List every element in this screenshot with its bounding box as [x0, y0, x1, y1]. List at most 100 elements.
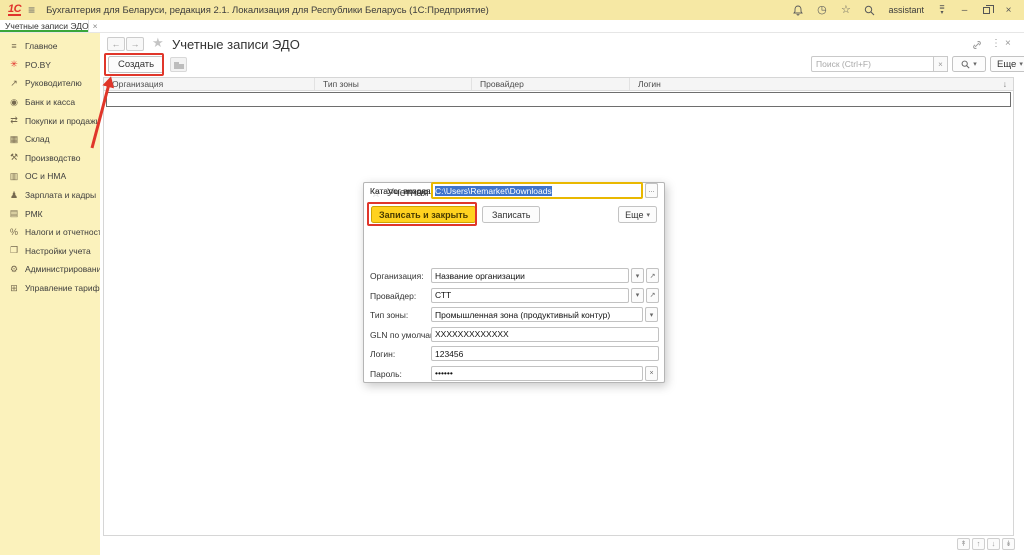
- field-label: Тип зоны:: [370, 310, 408, 320]
- clear-icon[interactable]: ×: [645, 366, 658, 381]
- sidebar-label: Склад: [25, 134, 50, 144]
- sidebar-label: Зарплата и кадры: [25, 190, 96, 200]
- organization-input[interactable]: [431, 268, 629, 283]
- sidebar-item-proizvodstvo[interactable]: ⚒Производство: [0, 149, 100, 168]
- chevron-down-icon: ▾: [973, 60, 977, 68]
- column-header-organizaciya[interactable]: Организация: [104, 78, 314, 90]
- sidebar-item-upravlenie-tarifom[interactable]: ⊞Управление тарифом: [0, 279, 100, 298]
- close-form-icon[interactable]: ×: [1005, 39, 1011, 49]
- sidebar-label: PO.BY: [25, 60, 51, 70]
- field-row-katalog-vkhodyashchikh: Каталог входящих: C:\Users\Remarket\Down…: [364, 183, 664, 200]
- tab-close-icon[interactable]: ×: [93, 21, 98, 31]
- search-input[interactable]: [811, 56, 934, 72]
- incoming-folder-input[interactable]: C:\Users\Remarket\Downloads: [431, 182, 643, 199]
- provider-input[interactable]: [431, 288, 629, 303]
- dialog-more-button[interactable]: Еще ▾: [618, 206, 657, 223]
- create-group-folder-button[interactable]: [170, 57, 187, 72]
- window-minimize-button[interactable]: –: [957, 5, 972, 16]
- notifications-bell-icon[interactable]: [789, 5, 806, 16]
- go-down-button[interactable]: ↓: [987, 538, 1000, 550]
- browse-ellipsis-icon[interactable]: ...: [645, 183, 658, 198]
- more-dots-icon[interactable]: ⋮: [991, 39, 1001, 49]
- coin-icon: ◉: [9, 97, 19, 108]
- column-header-provayder[interactable]: Провайдер: [471, 78, 629, 90]
- sidebar-item-nalogi-i-otchetnost[interactable]: %Налоги и отчетность: [0, 223, 100, 242]
- table-row[interactable]: [106, 92, 1011, 107]
- history-clock-icon[interactable]: ◷: [813, 5, 830, 16]
- save-button[interactable]: Записать: [482, 206, 540, 223]
- go-up-button[interactable]: ↑: [972, 538, 985, 550]
- search-settings-button[interactable]: ▾: [952, 56, 986, 72]
- grid-icon: ⊞: [9, 283, 19, 294]
- sidebar-label: Настройки учета: [25, 246, 91, 256]
- login-input[interactable]: [431, 346, 659, 361]
- sidebar-label: Банк и касса: [25, 97, 75, 107]
- chevron-down-icon[interactable]: ▾: [631, 288, 644, 303]
- sidebar-item-nastroyki-ucheta[interactable]: ❐ Настройки учета: [0, 242, 100, 261]
- sidebar-item-poby[interactable]: ✳ PO.BY: [0, 56, 100, 75]
- global-search-icon[interactable]: [861, 5, 878, 16]
- sidebar-item-glavnoe[interactable]: ≡ Главное: [0, 37, 100, 56]
- main-menu-icon[interactable]: ≡: [28, 4, 35, 16]
- search-clear-icon[interactable]: ×: [934, 56, 948, 72]
- get-link-icon[interactable]: [972, 40, 982, 53]
- more-button[interactable]: Еще ▾: [990, 56, 1024, 72]
- boxes-icon: ▦: [9, 134, 19, 145]
- column-header-tip-zony[interactable]: Тип зоны: [314, 78, 471, 90]
- sidebar-item-rmk[interactable]: ▤РМК: [0, 204, 100, 223]
- window-restore-button[interactable]: [983, 7, 990, 14]
- field-label: Провайдер:: [370, 291, 416, 301]
- search-box: ×: [811, 56, 948, 72]
- person-icon: ♟: [9, 190, 19, 201]
- window-title: Бухгалтерия для Беларуси, редакция 2.1. …: [46, 5, 489, 16]
- field-row-organizaciya: Организация: ▾ ↗: [364, 268, 664, 285]
- menu-icon: ≡: [9, 41, 19, 51]
- zone-type-input[interactable]: [431, 307, 643, 322]
- sidebar-label: Главное: [25, 41, 57, 51]
- sidebar-label: Руководителю: [25, 78, 82, 88]
- sort-down-icon[interactable]: ↓: [1003, 79, 1007, 89]
- go-last-button[interactable]: ↡: [1002, 538, 1015, 550]
- more-label: Еще: [997, 59, 1016, 70]
- page-title: Учетные записи ЭДО: [172, 37, 300, 52]
- open-item-icon[interactable]: ↗: [646, 268, 659, 283]
- sidebar-item-bank-i-kassa[interactable]: ◉ Банк и касса: [0, 93, 100, 112]
- sidebar-item-sklad[interactable]: ▦ Склад: [0, 130, 100, 149]
- sidebar-item-os-i-nma[interactable]: ▥ОС и НМА: [0, 167, 100, 186]
- sidebar-label: ОС и НМА: [25, 171, 66, 181]
- chevron-down-icon[interactable]: ▾: [645, 307, 658, 322]
- search-icon: [961, 60, 970, 69]
- field-row-parol: Пароль: ×: [364, 366, 664, 383]
- edo-account-create-dialog: ☆ Учетная запись ЭДО (создание) * ⋮ × За…: [363, 182, 665, 383]
- back-button[interactable]: ←: [107, 37, 125, 51]
- favorite-star-icon[interactable]: ★: [152, 35, 164, 51]
- window-close-button[interactable]: ×: [1001, 5, 1016, 16]
- save-and-close-button[interactable]: Записать и закрыть: [371, 206, 476, 223]
- tools-menu-icon[interactable]: ≡ ▾: [934, 4, 950, 16]
- password-input[interactable]: [431, 366, 643, 381]
- sidebar-label: Налоги и отчетность: [25, 227, 106, 237]
- gear-icon: ⚙: [9, 264, 19, 275]
- tab-uchetnye-zapisi-edo[interactable]: Учетные записи ЭДО ×: [0, 20, 89, 32]
- open-item-icon[interactable]: ↗: [646, 288, 659, 303]
- asterisk-icon: ✳: [9, 59, 19, 70]
- sidebar-item-zarplata-i-kadry[interactable]: ♟ Зарплата и кадры: [0, 186, 100, 205]
- favorites-star-icon[interactable]: ☆: [837, 5, 854, 16]
- forward-button[interactable]: →: [126, 37, 144, 51]
- gln-input[interactable]: [431, 327, 659, 342]
- column-header-login[interactable]: Логин: [629, 78, 1013, 90]
- sidebar-label: Производство: [25, 153, 80, 163]
- more-label: Еще: [625, 210, 643, 220]
- sidebar-label: Покупки и продажи: [25, 116, 100, 126]
- go-first-button[interactable]: ↟: [957, 538, 970, 550]
- field-label: Логин:: [370, 349, 395, 359]
- sidebar-item-pokupki-i-prodazhi[interactable]: ⇄Покупки и продажи: [0, 111, 100, 130]
- book-icon: ❐: [9, 245, 19, 256]
- field-row-tip-zony: Тип зоны: ▾: [364, 307, 664, 324]
- sidebar-item-administrirovanie[interactable]: ⚙Администрирование: [0, 260, 100, 279]
- chevron-down-icon[interactable]: ▾: [631, 268, 644, 283]
- register-icon: ▤: [9, 208, 19, 219]
- create-button[interactable]: Создать: [108, 56, 164, 73]
- assistant-label[interactable]: assistant: [888, 5, 924, 15]
- sidebar-item-rukovoditelyu[interactable]: ↗Руководителю: [0, 74, 100, 93]
